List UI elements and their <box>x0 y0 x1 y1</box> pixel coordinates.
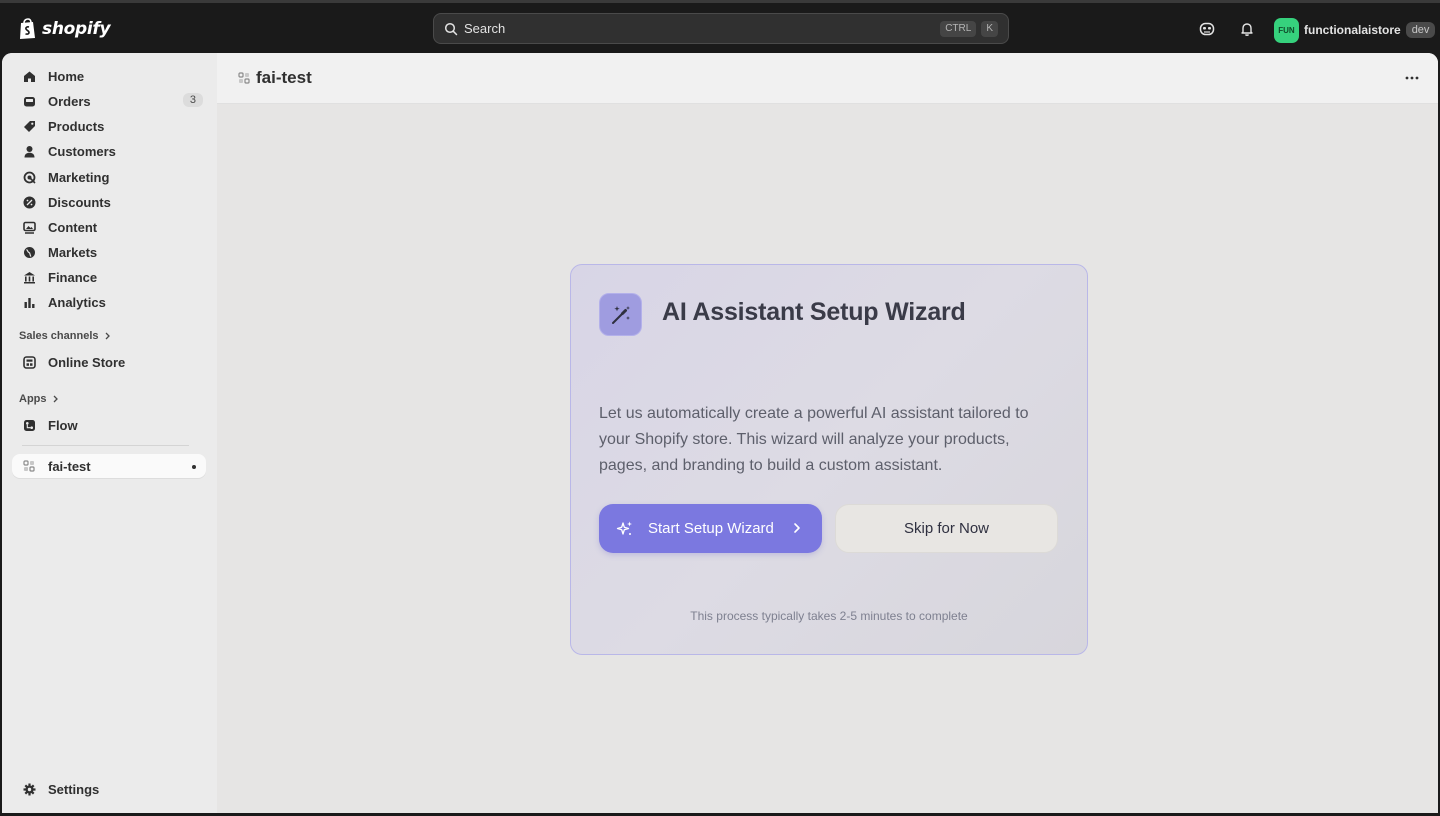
globe-icon <box>22 245 36 259</box>
sidebar-divider <box>22 445 189 446</box>
bank-icon <box>22 270 36 284</box>
sidebar-item-fai-test[interactable]: fai-test <box>12 454 206 478</box>
avatar: FUN <box>1274 17 1299 43</box>
sidebar-item-label: Customers <box>48 143 116 159</box>
sidebar-item-label: Settings <box>48 781 100 797</box>
sidebar: Home Orders 3 Products Customers Marketi… <box>2 53 217 813</box>
sidebar-item-label: Flow <box>48 417 78 433</box>
sidebar-item-customers[interactable]: Customers <box>12 139 206 163</box>
home-icon <box>22 69 36 83</box>
sidebar-item-marketing[interactable]: Marketing <box>12 165 206 189</box>
person-icon <box>22 144 36 158</box>
search-bar[interactable]: Search CTRL K <box>433 13 1009 44</box>
search-placeholder: Search <box>464 21 506 36</box>
sidebar-item-markets[interactable]: Markets <box>12 240 206 264</box>
sidebar-item-label: fai-test <box>48 458 91 474</box>
start-setup-wizard-label: Start Setup Wizard <box>648 520 774 537</box>
sidebar-item-analytics[interactable]: Analytics <box>12 290 206 314</box>
more-actions-button[interactable] <box>1402 70 1422 86</box>
shortcut-k-key: K <box>981 20 998 37</box>
target-icon <box>22 170 36 184</box>
user-menu[interactable]: FUN functionalaistore dev <box>1274 17 1436 43</box>
sidebar-item-settings[interactable]: Settings <box>12 777 206 801</box>
sidebar-item-label: Finance <box>48 269 98 285</box>
chevron-right-icon <box>105 332 110 340</box>
sidebar-item-flow[interactable]: Flow <box>12 413 206 437</box>
main-content: fai-test AI Assistant Setup Wizard Let u… <box>217 53 1438 813</box>
shortcut-ctrl-key: CTRL <box>940 20 977 37</box>
sidebar-item-label: Products <box>48 118 105 134</box>
setup-wizard-card: AI Assistant Setup Wizard Let us automat… <box>570 264 1088 655</box>
sidebar-item-label: Markets <box>48 244 98 260</box>
page-title: fai-test <box>256 68 312 87</box>
inbox-icon <box>22 94 36 108</box>
image-icon <box>22 220 36 234</box>
skip-for-now-button[interactable]: Skip for Now <box>835 504 1058 553</box>
sidebar-item-home[interactable]: Home <box>12 64 206 88</box>
sidebar-item-discounts[interactable]: Discounts <box>12 190 206 214</box>
start-setup-wizard-button[interactable]: Start Setup Wizard <box>599 504 822 553</box>
sales-channels-heading[interactable]: Sales channels <box>19 330 111 342</box>
admin-frame: Home Orders 3 Products Customers Marketi… <box>2 53 1438 813</box>
top-bar: shopify Search CTRL K FUN functionalaist… <box>0 0 1440 55</box>
sidebar-item-label: Orders <box>48 93 91 109</box>
sidebar-item-label: Home <box>48 68 85 84</box>
store-icon <box>22 355 36 369</box>
wizard-description: Let us automatically create a powerful A… <box>599 405 1029 474</box>
wizard-duration-note: This process typically takes 2-5 minutes… <box>690 609 968 623</box>
wizard-title: AI Assistant Setup Wizard <box>662 298 966 326</box>
sidebar-item-label: Discounts <box>48 194 111 210</box>
magic-wand-icon <box>599 293 642 336</box>
apps-label: Apps <box>19 393 47 405</box>
apps-heading[interactable]: Apps <box>19 393 59 405</box>
skip-for-now-label: Skip for Now <box>903 520 990 537</box>
sidebar-item-online-store[interactable]: Online Store <box>12 350 206 374</box>
sidebar-item-label: Online Store <box>48 354 126 370</box>
search-icon <box>444 22 458 35</box>
sidebar-item-label: Content <box>48 219 98 235</box>
sidebar-item-label: Marketing <box>48 169 110 185</box>
store-name: functionalaistore <box>1304 23 1401 37</box>
bell-icon[interactable] <box>1238 20 1256 38</box>
orders-count-badge: 3 <box>182 93 203 107</box>
chevron-right-icon <box>794 523 800 533</box>
app-icon <box>22 459 36 473</box>
sparkles-icon <box>616 521 632 535</box>
flow-icon <box>22 418 36 432</box>
sidebar-item-orders[interactable]: Orders 3 <box>12 89 206 113</box>
dev-badge: dev <box>1405 22 1436 38</box>
sales-channels-label: Sales channels <box>19 330 99 342</box>
chevron-right-icon <box>53 395 58 403</box>
bar-chart-icon <box>22 295 36 309</box>
sidekick-icon[interactable] <box>1198 20 1216 38</box>
app-icon <box>238 72 250 84</box>
sidebar-item-label: Analytics <box>48 294 106 310</box>
shopify-logo[interactable]: shopify <box>18 17 111 41</box>
ellipsis-icon <box>1405 76 1419 80</box>
discount-icon <box>22 195 36 209</box>
gear-icon <box>22 782 36 796</box>
sidebar-item-finance[interactable]: Finance <box>12 265 206 289</box>
shopify-bag-icon <box>20 18 35 39</box>
sidebar-item-products[interactable]: Products <box>12 114 206 138</box>
active-indicator-dot <box>192 465 196 469</box>
tag-icon <box>22 119 36 133</box>
logo-text: shopify <box>42 19 111 39</box>
sidebar-item-content[interactable]: Content <box>12 215 206 239</box>
page-header: fai-test <box>217 53 1438 104</box>
